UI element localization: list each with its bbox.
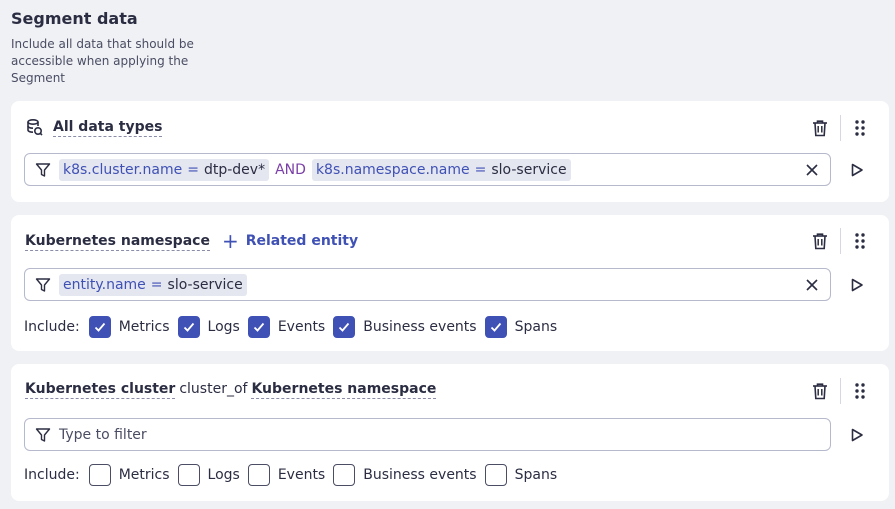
- section-header: Segment data Include all data that shoul…: [11, 8, 201, 87]
- header-divider: [840, 378, 841, 404]
- trash-icon[interactable]: [810, 381, 830, 401]
- funnel-icon: [35, 277, 51, 293]
- metrics-checkbox[interactable]: [88, 464, 111, 486]
- trash-icon[interactable]: [810, 231, 830, 251]
- checkmark-icon: [490, 322, 501, 332]
- token-operator: =: [474, 161, 487, 178]
- filter-token[interactable]: k8s.cluster.name = dtp-dev*: [59, 158, 270, 181]
- segment-card-kubernetes-namespace: Kubernetes namespace + Related entity en…: [11, 215, 889, 351]
- trash-icon[interactable]: [810, 118, 830, 138]
- filter-input[interactable]: k8s.cluster.name = dtp-dev* AND k8s.name…: [24, 153, 831, 186]
- token-key: k8s.namespace.name: [315, 161, 470, 178]
- token-value: slo-service: [167, 276, 243, 293]
- include-label: Include:: [24, 319, 80, 335]
- spans-label: Spans: [514, 319, 558, 335]
- filter-placeholder: Type to filter: [59, 426, 147, 443]
- metrics-checkbox[interactable]: [88, 316, 111, 338]
- include-business-events[interactable]: Business events: [333, 464, 477, 486]
- include-events[interactable]: Events: [247, 316, 326, 338]
- events-checkbox[interactable]: [247, 464, 270, 486]
- spans-checkbox[interactable]: [484, 316, 507, 338]
- database-icon: [25, 118, 43, 136]
- include-metrics[interactable]: Metrics: [88, 464, 170, 486]
- events-label: Events: [277, 319, 326, 335]
- card-header: All data types: [25, 116, 163, 138]
- play-icon[interactable]: [850, 163, 864, 177]
- include-row: Include: Metrics Logs Events Business ev…: [24, 463, 565, 487]
- business-events-checkbox[interactable]: [333, 464, 356, 486]
- relationship-label: cluster_of: [179, 381, 248, 397]
- token-key: k8s.cluster.name: [63, 161, 183, 178]
- filter-token[interactable]: entity.name = slo-service: [59, 273, 247, 296]
- metrics-label: Metrics: [118, 319, 170, 335]
- related-entity-label: Related entity: [245, 233, 359, 249]
- checkmark-icon: [253, 322, 265, 332]
- filter-token[interactable]: k8s.namespace.name = slo-service: [311, 158, 571, 181]
- include-events[interactable]: Events: [247, 464, 326, 486]
- include-row: Include: Metrics Logs Events Business ev…: [24, 315, 565, 339]
- funnel-icon: [35, 427, 51, 443]
- events-label: Events: [277, 467, 326, 483]
- header-divider: [840, 115, 841, 141]
- logs-checkbox[interactable]: [177, 464, 200, 486]
- segment-card-all-data-types: All data types k8s.cluster.name = dtp-de…: [11, 101, 889, 202]
- include-label: Include:: [24, 467, 80, 483]
- checkmark-icon: [94, 322, 105, 332]
- include-business-events[interactable]: Business events: [333, 316, 477, 338]
- drag-handle-icon[interactable]: [853, 118, 867, 138]
- section-description: Include all data that should be accessib…: [11, 37, 194, 85]
- card-header: Kubernetes namespace + Related entity: [25, 230, 358, 252]
- include-metrics[interactable]: Metrics: [88, 316, 170, 338]
- data-type-selector[interactable]: Kubernetes namespace: [25, 232, 210, 251]
- play-icon[interactable]: [850, 278, 864, 292]
- spans-checkbox[interactable]: [484, 464, 507, 486]
- checkmark-icon: [183, 322, 194, 332]
- include-logs[interactable]: Logs: [177, 464, 240, 486]
- drag-handle-icon[interactable]: [853, 381, 867, 401]
- spans-label: Spans: [514, 467, 558, 483]
- card-header: Kubernetes cluster cluster_of Kubernetes…: [25, 378, 437, 400]
- drag-handle-icon[interactable]: [853, 231, 867, 251]
- segment-card-kubernetes-cluster: Kubernetes cluster cluster_of Kubernetes…: [11, 364, 889, 501]
- events-checkbox[interactable]: [247, 316, 270, 338]
- funnel-icon: [35, 162, 51, 178]
- logs-label: Logs: [207, 467, 240, 483]
- include-spans[interactable]: Spans: [484, 316, 558, 338]
- token-value: dtp-dev*: [203, 161, 266, 178]
- header-divider: [840, 228, 841, 254]
- token-operator: =: [150, 276, 163, 293]
- business-events-label: Business events: [363, 319, 477, 335]
- filter-input[interactable]: entity.name = slo-service: [24, 268, 831, 301]
- logs-checkbox[interactable]: [177, 316, 200, 338]
- logs-label: Logs: [207, 319, 240, 335]
- data-type-selector[interactable]: Kubernetes cluster: [25, 380, 176, 399]
- token-key: entity.name: [63, 276, 146, 293]
- data-type-selector[interactable]: All data types: [53, 118, 163, 137]
- logical-operator: AND: [275, 161, 306, 178]
- include-logs[interactable]: Logs: [177, 316, 240, 338]
- close-icon[interactable]: [804, 277, 820, 293]
- business-events-label: Business events: [363, 467, 477, 483]
- section-title: Segment data: [11, 9, 138, 28]
- close-icon[interactable]: [804, 162, 820, 178]
- token-value: slo-service: [491, 161, 567, 178]
- business-events-checkbox[interactable]: [333, 316, 356, 338]
- add-related-entity-button[interactable]: + Related entity: [221, 229, 359, 253]
- token-operator: =: [187, 161, 199, 178]
- filter-input[interactable]: Type to filter: [24, 418, 831, 451]
- checkmark-icon: [339, 322, 350, 332]
- plus-icon: +: [221, 229, 239, 253]
- include-spans[interactable]: Spans: [484, 464, 558, 486]
- metrics-label: Metrics: [118, 467, 170, 483]
- play-icon[interactable]: [850, 428, 864, 442]
- related-type-selector[interactable]: Kubernetes namespace: [251, 380, 437, 399]
